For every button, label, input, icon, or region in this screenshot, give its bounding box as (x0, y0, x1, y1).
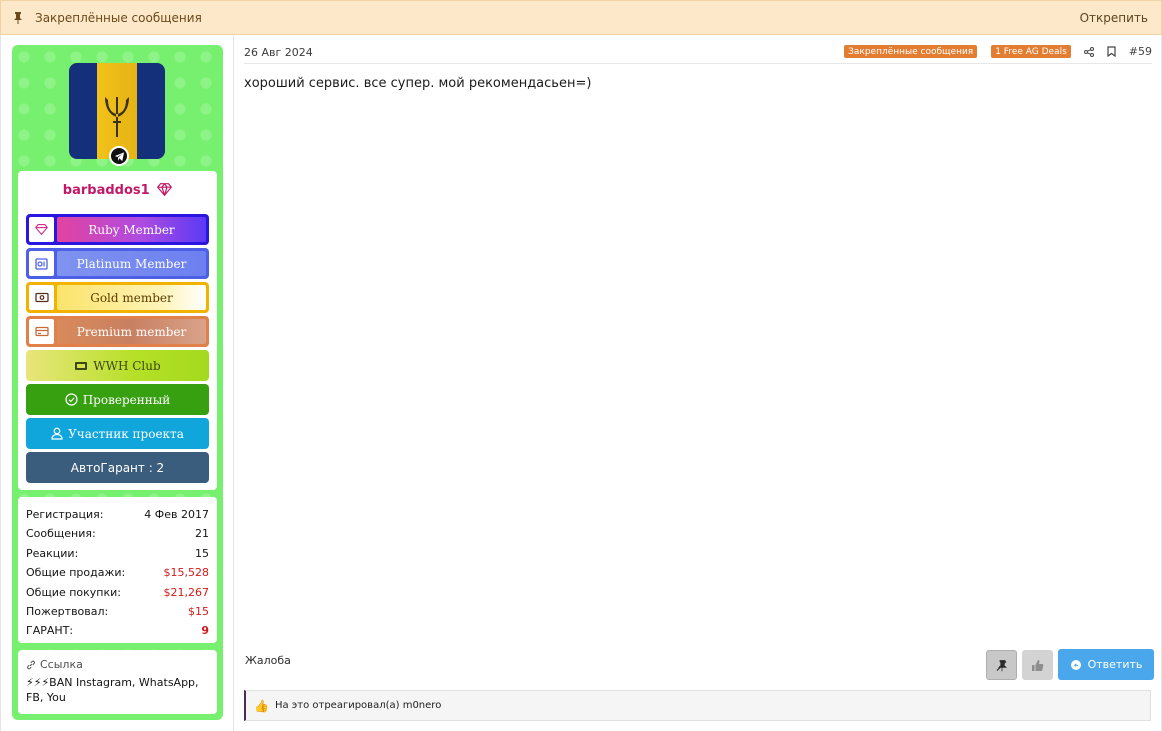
share-icon[interactable] (1083, 46, 1094, 57)
stat-value: 4 Фев 2017 (144, 508, 209, 521)
stat-total-sales: Общие продажи: $15,528 (26, 563, 209, 582)
money-icon (74, 361, 88, 371)
signature-card: Ссылка ⚡⚡⚡BAN Instagram, WhatsApp, FB, Y… (18, 650, 217, 714)
stat-value: $15 (188, 604, 209, 618)
link-icon (27, 660, 35, 669)
pinned-bar-title: Закреплённые сообщения (35, 10, 202, 25)
telegram-icon[interactable] (109, 146, 129, 166)
user-info-card: barbaddos1 Ruby Member Platinum Member G… (18, 171, 217, 490)
gold-member-banner: Gold member (26, 282, 209, 313)
stat-label: ГАРАНТ: (26, 624, 74, 638)
stat-value: $15,528 (163, 566, 210, 580)
ruby-member-label: Ruby Member (57, 217, 206, 242)
post-message: хороший сервис. все супер. мой рекоменда… (244, 76, 592, 91)
participant-label: Участник проекта (68, 426, 184, 441)
thumbs-up-reaction-icon: 👍 (254, 698, 269, 713)
stat-label: Пожертвовал: (26, 604, 109, 618)
stat-messages: Сообщения: 21 (26, 524, 209, 543)
stat-garant: ГАРАНТ: 9 (26, 621, 209, 640)
complain-link[interactable]: Жалоба (245, 654, 291, 667)
tag-pinned[interactable]: Закреплённые сообщения (844, 45, 978, 58)
tag-free-ag-deals[interactable]: 1 Free AG Deals (991, 45, 1071, 58)
unpin-link[interactable]: Открепить (1080, 11, 1161, 25)
avatar[interactable] (69, 63, 165, 159)
stat-label: Общие продажи: (26, 566, 126, 580)
user-icon (51, 427, 63, 440)
signature-title[interactable]: Ссылка (26, 658, 209, 671)
like-button[interactable] (1022, 650, 1053, 680)
pinned-messages-bar: Закреплённые сообщения Открепить (0, 0, 1162, 35)
premium-member-label: Premium member (57, 319, 206, 344)
reactions-bar[interactable]: 👍 На это отреагировал(а) m0nero (244, 690, 1151, 721)
post-number[interactable]: #59 (1129, 45, 1152, 58)
username[interactable]: barbaddos1 (18, 182, 217, 200)
reactions-text[interactable]: На это отреагировал(а) m0nero (275, 700, 441, 711)
wwh-club-label: WWH Club (93, 358, 161, 373)
ruby-member-banner: Ruby Member (26, 214, 209, 245)
unpin-button[interactable] (986, 650, 1017, 680)
cash-icon (29, 285, 54, 310)
verified-label: Проверенный (82, 392, 171, 407)
post-header: 26 Авг 2024 Закреплённые сообщения 1 Fre… (244, 44, 1152, 64)
signature-text: ⚡⚡⚡BAN Instagram, WhatsApp, FB, You (26, 676, 199, 704)
stat-value: 9 (201, 624, 209, 638)
autogarant-banner: АвтоГарант : 2 (26, 452, 209, 483)
platinum-member-banner: Platinum Member (26, 248, 209, 279)
bookmark-icon[interactable] (1107, 46, 1116, 57)
diamond-icon (157, 182, 173, 200)
reply-bubble-icon (1070, 659, 1081, 670)
reply-label[interactable]: Ответить (1088, 658, 1143, 671)
pin-icon (1, 11, 35, 24)
autogarant-label: АвтоГарант : 2 (70, 460, 165, 475)
participant-banner: Участник проекта (26, 418, 209, 449)
stat-label: Реакции: (26, 546, 79, 560)
stat-label: Сообщения: (26, 527, 96, 541)
post-header-actions: Закреплённые сообщения 1 Free AG Deals #… (830, 45, 1152, 58)
stat-total-purchases: Общие покупки: $21,267 (26, 583, 209, 602)
post-body: 26 Авг 2024 Закреплённые сообщения 1 Fre… (233, 35, 1162, 731)
premium-member-banner: Premium member (26, 316, 209, 347)
stat-label: Общие покупки: (26, 585, 121, 599)
user-stats-card: Регистрация: 4 Фев 2017 Сообщения: 21 Ре… (18, 497, 217, 643)
stat-label: Регистрация: (26, 508, 104, 521)
platinum-member-label: Platinum Member (57, 251, 206, 276)
stat-reactions: Реакции: 15 (26, 544, 209, 563)
stat-value: 15 (195, 546, 209, 560)
username-text[interactable]: barbaddos1 (63, 183, 150, 198)
stat-value[interactable]: 21 (195, 524, 209, 543)
safe-icon (29, 251, 54, 276)
wwh-club-banner: WWH Club (26, 350, 209, 381)
trident-icon (105, 97, 129, 137)
check-circle-icon (65, 393, 78, 406)
signature-title-text[interactable]: Ссылка (40, 658, 83, 671)
thumbs-up-icon (1032, 659, 1044, 671)
gem-icon (29, 217, 54, 242)
stat-value: $21,267 (163, 585, 210, 599)
post-date[interactable]: 26 Авг 2024 (244, 46, 313, 59)
card-icon (29, 319, 54, 344)
reply-button[interactable]: Ответить (1058, 649, 1154, 680)
user-sidebar: barbaddos1 Ruby Member Platinum Member G… (12, 45, 223, 720)
stat-donated: Пожертвовал: $15 (26, 602, 209, 621)
stat-registration: Регистрация: 4 Фев 2017 (26, 505, 209, 524)
verified-banner: Проверенный (26, 384, 209, 415)
unpin-icon (996, 659, 1007, 671)
post-frame: barbaddos1 Ruby Member Platinum Member G… (0, 35, 1162, 731)
gold-member-label: Gold member (57, 285, 206, 310)
